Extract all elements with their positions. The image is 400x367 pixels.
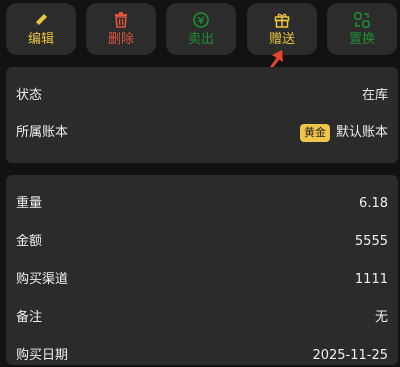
amount-value: 5555 <box>354 234 388 249</box>
channel-value: 1111 <box>354 272 388 287</box>
action-toolbar: 编辑 删除 卖出 赠送 置换 <box>0 0 400 58</box>
weight-row: 重量 6.18 <box>16 193 388 215</box>
sell-button[interactable]: 卖出 <box>166 3 236 55</box>
date-row: 购买日期 2025-11-25 <box>16 345 388 367</box>
account-row[interactable]: 所属账本 黄金 默认账本 <box>16 122 388 144</box>
note-row: 备注 无 <box>16 307 388 329</box>
account-value-group: 黄金 默认账本 <box>299 122 388 145</box>
amount-label: 金额 <box>16 234 43 249</box>
delete-button[interactable]: 删除 <box>86 3 156 55</box>
account-label: 所属账本 <box>16 125 69 140</box>
delete-label: 删除 <box>107 32 134 47</box>
weight-label: 重量 <box>16 196 43 211</box>
gift-icon <box>274 13 290 28</box>
edit-button[interactable]: 编辑 <box>6 3 76 55</box>
channel-label: 购买渠道 <box>16 272 69 287</box>
date-label: 购买日期 <box>16 348 69 363</box>
trash-icon <box>115 12 127 28</box>
swap-label: 置换 <box>348 32 375 47</box>
status-value: 在库 <box>361 88 388 103</box>
account-value: 默认账本 <box>335 125 388 140</box>
status-card: 状态 在库 所属账本 黄金 默认账本 <box>6 67 398 163</box>
swap-icon <box>354 12 370 28</box>
swap-button[interactable]: 置换 <box>327 3 397 55</box>
amount-row: 金额 5555 <box>16 231 388 253</box>
status-row: 状态 在库 <box>16 85 388 107</box>
note-value: 无 <box>374 310 388 325</box>
sell-label: 卖出 <box>187 32 214 47</box>
status-label: 状态 <box>16 88 43 103</box>
weight-value: 6.18 <box>359 196 388 211</box>
note-label: 备注 <box>16 310 43 325</box>
channel-row: 购买渠道 1111 <box>16 269 388 291</box>
detail-card: 重量 6.18 金额 5555 购买渠道 1111 备注 无 购买日期 2025… <box>6 175 398 365</box>
account-badge: 黄金 <box>299 124 330 142</box>
coin-icon <box>193 12 209 28</box>
date-value: 2025-11-25 <box>312 348 388 363</box>
edit-label: 编辑 <box>27 32 54 47</box>
pencil-icon <box>35 14 47 26</box>
